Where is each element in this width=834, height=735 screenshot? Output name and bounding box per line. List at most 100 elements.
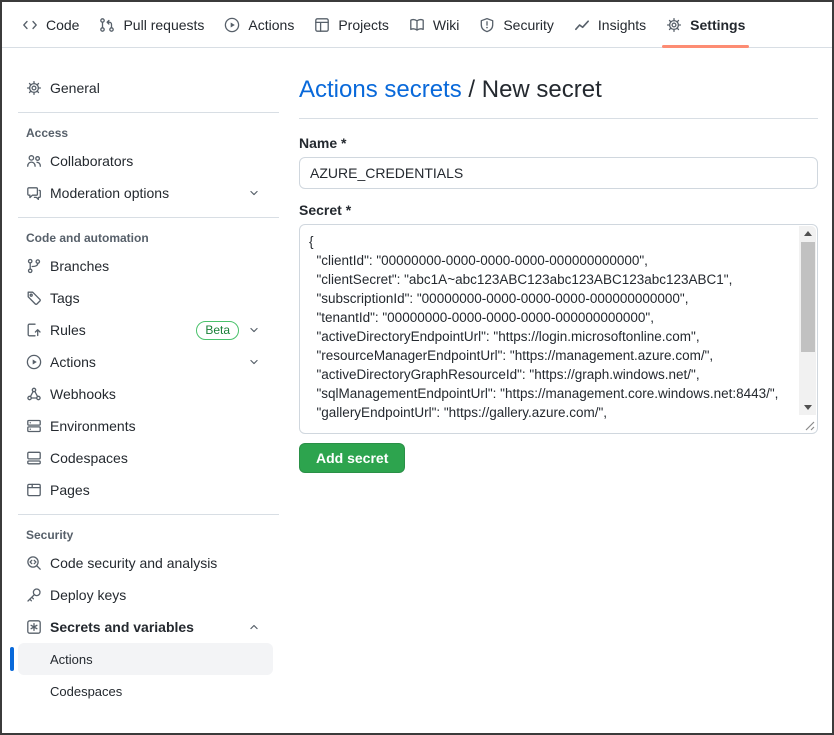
tab-insights[interactable]: Insights: [564, 2, 656, 47]
sidebar-item-code-security[interactable]: Code security and analysis: [2, 547, 283, 579]
sidebar-item-codespaces[interactable]: Codespaces: [2, 442, 283, 474]
sidebar-item-label: Actions: [50, 354, 96, 370]
chevron-up-icon: [247, 620, 261, 634]
codespaces-icon: [26, 450, 42, 466]
tab-insights-label: Insights: [598, 17, 646, 33]
sidebar-item-label: Collaborators: [50, 153, 133, 169]
tab-settings-label: Settings: [690, 17, 745, 33]
sidebar-item-label: Code security and analysis: [50, 555, 217, 571]
section-header-access: Access: [2, 121, 283, 145]
section-header-security: Security: [2, 523, 283, 547]
sidebar-item-branches[interactable]: Branches: [2, 250, 283, 282]
sidebar-subitem-label: Actions: [50, 652, 93, 667]
title-divider: [299, 118, 818, 119]
rules-icon: [26, 322, 42, 338]
tab-code-label: Code: [46, 17, 79, 33]
secret-label: Secret *: [299, 202, 818, 218]
sidebar-item-collaborators[interactable]: Collaborators: [2, 145, 283, 177]
textarea-scrollbar[interactable]: [799, 226, 816, 415]
sidebar-item-rules[interactable]: Rules Beta: [2, 314, 283, 346]
actions-secrets-link[interactable]: Actions secrets: [299, 76, 462, 103]
page-title: Actions secrets / New secret: [299, 74, 818, 106]
sidebar-item-label: Moderation options: [50, 185, 169, 201]
code-scan-icon: [26, 555, 42, 571]
tab-pull-requests-label: Pull requests: [123, 17, 204, 33]
repo-nav: Code Pull requests Actions Projects Wiki…: [2, 2, 832, 48]
add-secret-button[interactable]: Add secret: [299, 443, 405, 473]
server-icon: [26, 418, 42, 434]
play-circle-icon: [224, 17, 240, 33]
sidebar-subitem-label: Codespaces: [50, 684, 122, 699]
tab-pull-requests[interactable]: Pull requests: [89, 2, 214, 47]
tab-security-label: Security: [503, 17, 554, 33]
sidebar-item-label: General: [50, 80, 100, 96]
people-icon: [26, 153, 42, 169]
section-header-code-automation: Code and automation: [2, 226, 283, 250]
key-icon: [26, 587, 42, 603]
tab-security[interactable]: Security: [469, 2, 564, 47]
sidebar-item-webhooks[interactable]: Webhooks: [2, 378, 283, 410]
sidebar-subitem-actions[interactable]: Actions: [18, 643, 273, 675]
main-content: Actions secrets / New secret Name * Secr…: [283, 48, 832, 734]
textarea-resize-grip[interactable]: [800, 416, 816, 432]
sidebar-item-label: Pages: [50, 482, 90, 498]
name-label: Name *: [299, 135, 818, 151]
sidebar-item-label: Tags: [50, 290, 80, 306]
sidebar-item-label: Rules: [50, 322, 86, 338]
book-icon: [409, 17, 425, 33]
tab-wiki-label: Wiki: [433, 17, 459, 33]
sidebar-subitem-codespaces[interactable]: Codespaces: [18, 675, 273, 707]
scrollbar-thumb[interactable]: [801, 242, 815, 352]
sidebar-item-tags[interactable]: Tags: [2, 282, 283, 314]
play-circle-icon: [26, 354, 42, 370]
sidebar-divider: [18, 217, 279, 218]
sidebar-item-label: Secrets and variables: [50, 619, 194, 635]
table-icon: [314, 17, 330, 33]
chevron-down-icon: [247, 186, 261, 200]
chevron-down-icon: [247, 323, 261, 337]
browser-icon: [26, 482, 42, 498]
tab-projects-label: Projects: [338, 17, 389, 33]
chevron-down-icon: [247, 355, 261, 369]
breadcrumb-separator: /: [462, 76, 482, 103]
sidebar-item-pages[interactable]: Pages: [2, 474, 283, 506]
gear-icon: [666, 17, 682, 33]
tab-code[interactable]: Code: [12, 2, 89, 47]
shield-icon: [479, 17, 495, 33]
tab-actions[interactable]: Actions: [214, 2, 304, 47]
sidebar-divider: [18, 514, 279, 515]
comment-discussion-icon: [26, 185, 42, 201]
tab-projects[interactable]: Projects: [304, 2, 399, 47]
secret-name-input[interactable]: [299, 157, 818, 189]
sidebar-item-environments[interactable]: Environments: [2, 410, 283, 442]
scroll-up-arrow-icon[interactable]: [799, 226, 816, 241]
scroll-down-arrow-icon[interactable]: [799, 400, 816, 415]
sidebar-divider: [18, 112, 279, 113]
settings-window: Code Pull requests Actions Projects Wiki…: [0, 0, 834, 735]
secret-value-text[interactable]: { "clientId": "00000000-0000-0000-0000-0…: [300, 225, 799, 433]
sidebar-item-label: Branches: [50, 258, 109, 274]
settings-sidebar: General Access Collaborators Moderation …: [2, 48, 283, 734]
pull-request-icon: [99, 17, 115, 33]
webhook-icon: [26, 386, 42, 402]
beta-badge: Beta: [196, 321, 239, 340]
page-title-current: New secret: [482, 76, 602, 103]
sidebar-item-deploy-keys[interactable]: Deploy keys: [2, 579, 283, 611]
graph-icon: [574, 17, 590, 33]
tab-settings[interactable]: Settings: [656, 2, 755, 47]
sidebar-item-moderation-options[interactable]: Moderation options: [2, 177, 283, 209]
git-branch-icon: [26, 258, 42, 274]
sidebar-item-label: Webhooks: [50, 386, 116, 402]
sidebar-item-actions[interactable]: Actions: [2, 346, 283, 378]
tab-actions-label: Actions: [248, 17, 294, 33]
asterisk-box-icon: [26, 619, 42, 635]
sidebar-item-label: Codespaces: [50, 450, 128, 466]
sidebar-item-label: Environments: [50, 418, 136, 434]
secret-textarea[interactable]: { "clientId": "00000000-0000-0000-0000-0…: [299, 224, 818, 434]
code-icon: [22, 17, 38, 33]
tab-wiki[interactable]: Wiki: [399, 2, 469, 47]
sidebar-item-general[interactable]: General: [2, 72, 283, 104]
sidebar-item-secrets-and-variables[interactable]: Secrets and variables: [2, 611, 283, 643]
gear-icon: [26, 80, 42, 96]
tag-icon: [26, 290, 42, 306]
